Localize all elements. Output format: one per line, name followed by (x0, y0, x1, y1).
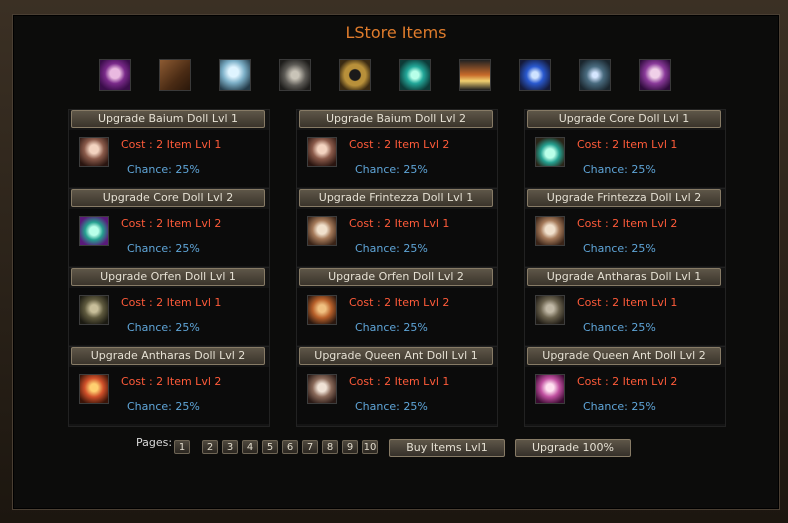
upgrade-button[interactable]: Upgrade Baium Doll Lvl 1 (71, 110, 265, 128)
chance-text: Chance: 25% (583, 321, 656, 334)
cost-text: Cost : 2 Item Lvl 1 (577, 296, 678, 309)
orfen-doll-icon (307, 295, 337, 325)
item-cell: Cost : 2 Item Lvl 2 Chance: 25% (69, 367, 269, 424)
upgrade-button[interactable]: Upgrade Queen Ant Doll Lvl 2 (527, 347, 721, 365)
item-panel: Upgrade Antharas Doll Lvl 1 Cost : 2 Ite… (524, 267, 726, 348)
antharas-doll-icon (79, 374, 109, 404)
chance-text: Chance: 25% (355, 321, 428, 334)
window-frame: LStore Items Upgrade Baium Doll Lvl 1 Co… (0, 0, 788, 523)
blue-gem-icon[interactable] (519, 59, 551, 91)
upgrade-button[interactable]: Upgrade Frintezza Doll Lvl 1 (299, 189, 493, 207)
cost-text: Cost : 2 Item Lvl 2 (349, 296, 450, 309)
cost-text: Cost : 2 Item Lvl 2 (121, 375, 222, 388)
page-button-6[interactable]: 6 (282, 440, 298, 454)
item-cell: Cost : 2 Item Lvl 2 Chance: 25% (297, 288, 497, 345)
core-doll-icon (79, 216, 109, 246)
orfen-doll-icon (79, 295, 109, 325)
item-cell: Cost : 2 Item Lvl 2 Chance: 25% (297, 130, 497, 187)
upgrade-button[interactable]: Upgrade Core Doll Lvl 2 (71, 189, 265, 207)
cost-text: Cost : 2 Item Lvl 2 (577, 375, 678, 388)
cost-text: Cost : 2 Item Lvl 2 (349, 138, 450, 151)
cost-text: Cost : 2 Item Lvl 1 (577, 138, 678, 151)
chance-text: Chance: 25% (583, 400, 656, 413)
chance-text: Chance: 25% (127, 321, 200, 334)
item-panel: Upgrade Core Doll Lvl 1 Cost : 2 Item Lv… (524, 109, 726, 190)
page-button-3[interactable]: 3 (222, 440, 238, 454)
teal-orb-icon[interactable] (399, 59, 431, 91)
cost-text: Cost : 2 Item Lvl 1 (349, 217, 450, 230)
cost-text: Cost : 2 Item Lvl 1 (349, 375, 450, 388)
antharas-doll-icon (535, 295, 565, 325)
wooden-box-icon[interactable] (159, 59, 191, 91)
core-doll-icon (535, 137, 565, 167)
buy-items-button[interactable]: Buy Items Lvl1 (389, 439, 505, 457)
item-panel: Upgrade Queen Ant Doll Lvl 2 Cost : 2 It… (524, 346, 726, 427)
chance-text: Chance: 25% (355, 242, 428, 255)
page-button-1[interactable]: 1 (174, 440, 190, 454)
page-button-4[interactable]: 4 (242, 440, 258, 454)
page-button-9[interactable]: 9 (342, 440, 358, 454)
page-button-7[interactable]: 7 (302, 440, 318, 454)
item-cell: Cost : 2 Item Lvl 2 Chance: 25% (525, 367, 725, 424)
upgrade-button[interactable]: Upgrade Frintezza Doll Lvl 2 (527, 189, 721, 207)
chance-text: Chance: 25% (355, 400, 428, 413)
star-rune-icon[interactable] (579, 59, 611, 91)
chance-text: Chance: 25% (583, 242, 656, 255)
baium-doll-icon (307, 137, 337, 167)
item-panel: Upgrade Core Doll Lvl 2 Cost : 2 Item Lv… (68, 188, 270, 269)
purple-doll-icon[interactable] (99, 59, 131, 91)
item-cell: Cost : 2 Item Lvl 1 Chance: 25% (525, 130, 725, 187)
upgrade-button[interactable]: Upgrade Core Doll Lvl 1 (527, 110, 721, 128)
chance-text: Chance: 25% (127, 400, 200, 413)
item-cell: Cost : 2 Item Lvl 1 Chance: 25% (69, 130, 269, 187)
item-panel: Upgrade Orfen Doll Lvl 1 Cost : 2 Item L… (68, 267, 270, 348)
frintezza-doll-icon (307, 216, 337, 246)
upgrade-button[interactable]: Upgrade Baium Doll Lvl 2 (299, 110, 493, 128)
page-button-8[interactable]: 8 (322, 440, 338, 454)
upgrade-button[interactable]: Upgrade Orfen Doll Lvl 2 (299, 268, 493, 286)
purple-doll-icon[interactable] (639, 59, 671, 91)
item-cell: Cost : 2 Item Lvl 1 Chance: 25% (525, 288, 725, 345)
item-cell: Cost : 2 Item Lvl 1 Chance: 25% (69, 288, 269, 345)
upgrade-button[interactable]: Upgrade Antharas Doll Lvl 1 (527, 268, 721, 286)
upgrade-button[interactable]: Upgrade Orfen Doll Lvl 1 (71, 268, 265, 286)
metal-armor-icon[interactable] (279, 59, 311, 91)
item-cell: Cost : 2 Item Lvl 2 Chance: 25% (525, 209, 725, 266)
chance-text: Chance: 25% (355, 163, 428, 176)
triangle-gem-icon[interactable] (459, 59, 491, 91)
upgrade-button[interactable]: Upgrade Antharas Doll Lvl 2 (71, 347, 265, 365)
upgrade-button[interactable]: Upgrade Queen Ant Doll Lvl 1 (299, 347, 493, 365)
frintezza-doll-icon (535, 216, 565, 246)
page-button-2[interactable]: 2 (202, 440, 218, 454)
item-panel: Upgrade Queen Ant Doll Lvl 1 Cost : 2 It… (296, 346, 498, 427)
chance-text: Chance: 25% (127, 163, 200, 176)
baium-doll-icon (79, 137, 109, 167)
crystal-icon[interactable] (219, 59, 251, 91)
queen-ant-doll-icon (535, 374, 565, 404)
item-panel: Upgrade Frintezza Doll Lvl 2 Cost : 2 It… (524, 188, 726, 269)
queen-ant-doll-icon (307, 374, 337, 404)
cost-text: Cost : 2 Item Lvl 2 (121, 217, 222, 230)
page-button-10[interactable]: 10 (362, 440, 378, 454)
chance-text: Chance: 25% (127, 242, 200, 255)
chance-text: Chance: 25% (583, 163, 656, 176)
pages-label: Pages: (136, 436, 173, 449)
lstore-window: LStore Items Upgrade Baium Doll Lvl 1 Co… (12, 14, 780, 510)
item-panel: Upgrade Baium Doll Lvl 1 Cost : 2 Item L… (68, 109, 270, 190)
item-cell: Cost : 2 Item Lvl 1 Chance: 25% (297, 209, 497, 266)
cost-text: Cost : 2 Item Lvl 2 (577, 217, 678, 230)
gold-ring-icon[interactable] (339, 59, 371, 91)
page-button-5[interactable]: 5 (262, 440, 278, 454)
item-panel: Upgrade Antharas Doll Lvl 2 Cost : 2 Ite… (68, 346, 270, 427)
item-panel: Upgrade Orfen Doll Lvl 2 Cost : 2 Item L… (296, 267, 498, 348)
upgrade-100-button[interactable]: Upgrade 100% (515, 439, 631, 457)
cost-text: Cost : 2 Item Lvl 1 (121, 138, 222, 151)
cost-text: Cost : 2 Item Lvl 1 (121, 296, 222, 309)
window-title: LStore Items (345, 23, 447, 42)
item-cell: Cost : 2 Item Lvl 1 Chance: 25% (297, 367, 497, 424)
item-cell: Cost : 2 Item Lvl 2 Chance: 25% (69, 209, 269, 266)
item-panel: Upgrade Frintezza Doll Lvl 1 Cost : 2 It… (296, 188, 498, 269)
item-panel: Upgrade Baium Doll Lvl 2 Cost : 2 Item L… (296, 109, 498, 190)
